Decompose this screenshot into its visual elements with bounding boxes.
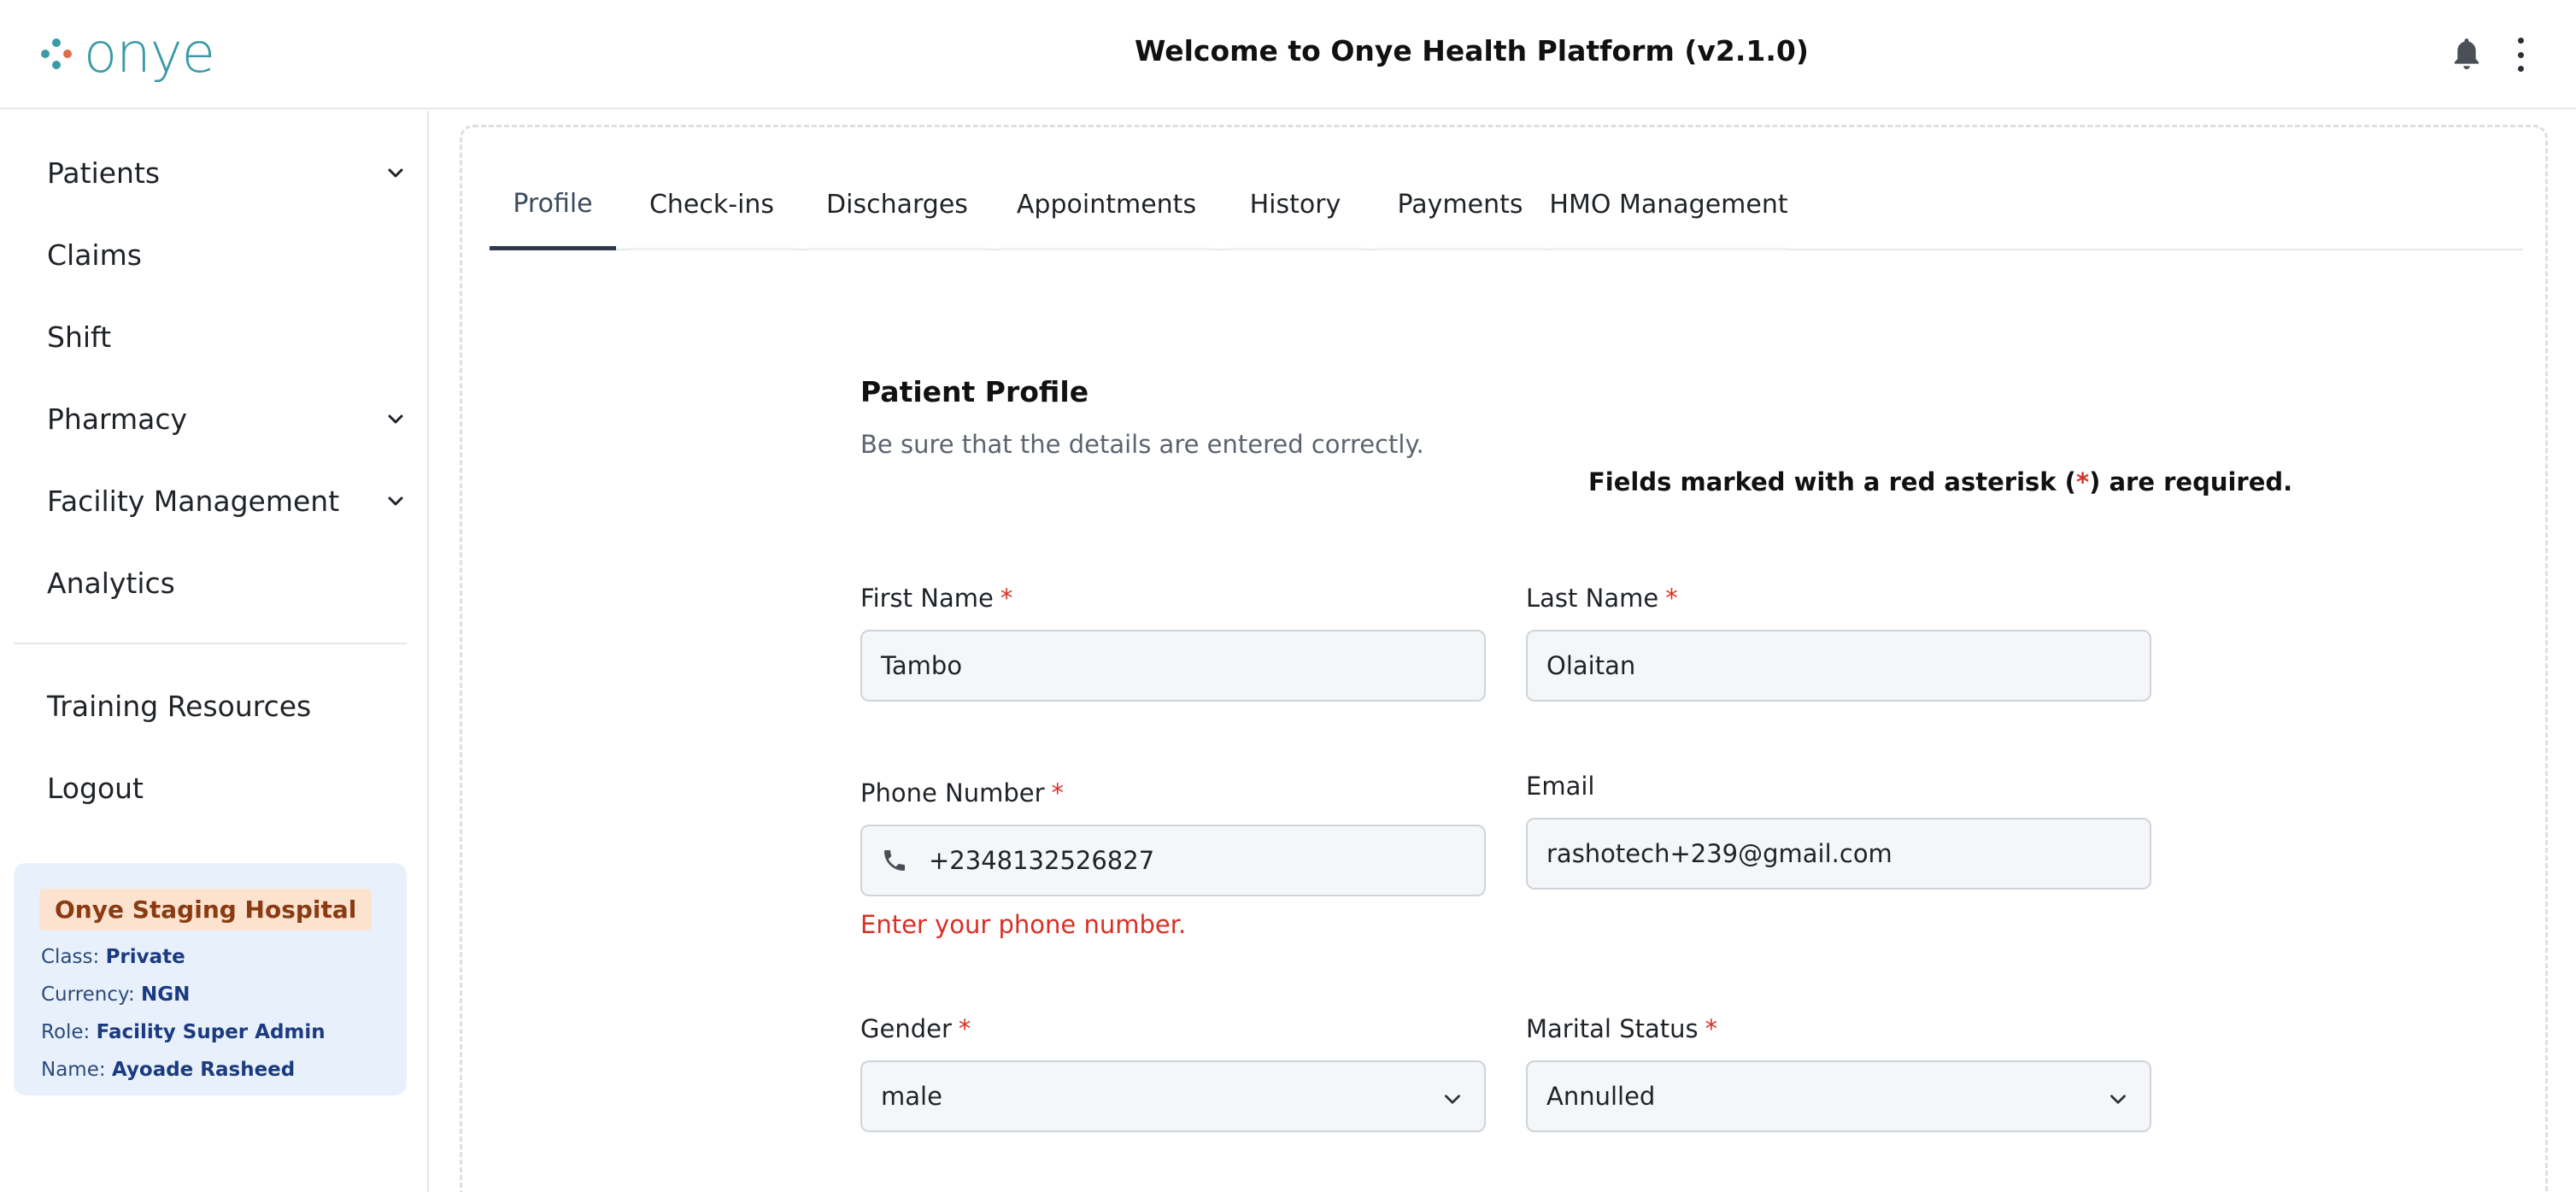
marital-status-value: Annulled — [1546, 1082, 1656, 1111]
sidebar-item-label: Training Resources — [47, 689, 312, 723]
facility-user-name: Name: Ayoade Rasheed — [41, 1059, 296, 1081]
main-content: Profile Check-ins Discharges Appointment… — [460, 125, 2548, 1192]
sidebar-item-patients[interactable]: Patients — [47, 147, 406, 198]
sidebar-item-label: Claims — [47, 238, 142, 272]
chevron-down-icon — [388, 414, 403, 424]
gender-value: male — [881, 1082, 942, 1111]
first-name-value: Tambo — [881, 651, 963, 680]
top-header: onye Welcome to Onye Health Platform (v2… — [0, 0, 2576, 109]
sidebar-divider — [14, 643, 407, 644]
phone-number-field[interactable]: +2348132526827 — [860, 825, 1486, 896]
phone-number-label: Phone Number * — [860, 778, 1065, 807]
chevron-down-icon — [388, 496, 403, 506]
sidebar-item-facility-management[interactable]: Facility Management — [47, 475, 406, 526]
tab-payments[interactable]: Payments — [1376, 161, 1544, 250]
last-name-field[interactable]: Olaitan — [1526, 630, 2151, 702]
sidebar-item-logout[interactable]: Logout — [47, 762, 406, 813]
last-name-label: Last Name * — [1526, 584, 1678, 613]
facility-role: Role: Facility Super Admin — [41, 1021, 326, 1043]
facility-currency: Currency: NGN — [41, 984, 191, 1006]
logo-text: onye — [84, 22, 215, 85]
required-fields-note: Fields marked with a red asterisk (*) ar… — [1588, 467, 2293, 496]
tab-discharges[interactable]: Discharges — [807, 161, 987, 250]
chevron-down-icon — [1445, 1095, 1460, 1104]
phone-number-error: Enter your phone number. — [860, 910, 1187, 939]
facility-name-badge: Onye Staging Hospital — [39, 889, 373, 931]
sidebar: Patients Claims Shift Pharmacy Facility … — [0, 111, 429, 1192]
sidebar-item-shift[interactable]: Shift — [47, 311, 406, 362]
gender-label: Gender * — [860, 1014, 971, 1043]
last-name-value: Olaitan — [1546, 651, 1636, 680]
sidebar-item-label: Pharmacy — [47, 402, 188, 436]
email-value: rashotech+239@gmail.com — [1546, 839, 1892, 868]
tab-history[interactable]: History — [1226, 161, 1364, 250]
sidebar-item-analytics[interactable]: Analytics — [47, 557, 406, 608]
gender-select[interactable]: male — [860, 1060, 1486, 1132]
patient-tabs: Profile Check-ins Discharges Appointment… — [490, 161, 2523, 250]
sidebar-item-pharmacy[interactable]: Pharmacy — [47, 393, 406, 444]
facility-class: Class: Private — [41, 946, 185, 968]
form-subtitle: Be sure that the details are entered cor… — [860, 430, 1424, 459]
first-name-field[interactable]: Tambo — [860, 630, 1486, 702]
tab-check-ins[interactable]: Check-ins — [628, 161, 795, 250]
onye-logo[interactable]: onye — [38, 22, 215, 85]
marital-status-select[interactable]: Annulled — [1526, 1060, 2151, 1132]
sidebar-item-training-resources[interactable]: Training Resources — [47, 680, 406, 731]
bell-icon[interactable] — [2450, 36, 2483, 73]
email-label: Email — [1526, 772, 1595, 801]
form-title: Patient Profile — [860, 375, 1089, 408]
phone-number-value: +2348132526827 — [929, 846, 1155, 875]
sidebar-item-label: Analytics — [47, 566, 175, 600]
sidebar-item-label: Shift — [47, 320, 112, 354]
sidebar-item-label: Logout — [47, 771, 144, 805]
first-name-label: First Name * — [860, 584, 1013, 613]
chevron-down-icon — [2110, 1095, 2126, 1104]
email-field[interactable]: rashotech+239@gmail.com — [1526, 818, 2151, 890]
sidebar-item-label: Facility Management — [47, 484, 340, 518]
marital-status-label: Marital Status * — [1526, 1014, 1718, 1043]
tab-hmo-management[interactable]: HMO Management — [1549, 161, 1788, 250]
tab-profile[interactable]: Profile — [490, 161, 616, 250]
page-title: Welcome to Onye Health Platform (v2.1.0) — [1135, 34, 1809, 68]
tab-appointments[interactable]: Appointments — [999, 161, 1214, 250]
chevron-down-icon — [388, 168, 403, 178]
more-vertical-icon[interactable] — [2512, 38, 2529, 72]
facility-info-card: Onye Staging Hospital Class: Private Cur… — [14, 863, 407, 1095]
logo-mark-icon — [38, 35, 75, 73]
sidebar-item-claims[interactable]: Claims — [47, 229, 406, 280]
sidebar-item-label: Patients — [47, 156, 161, 190]
phone-icon — [884, 850, 905, 871]
